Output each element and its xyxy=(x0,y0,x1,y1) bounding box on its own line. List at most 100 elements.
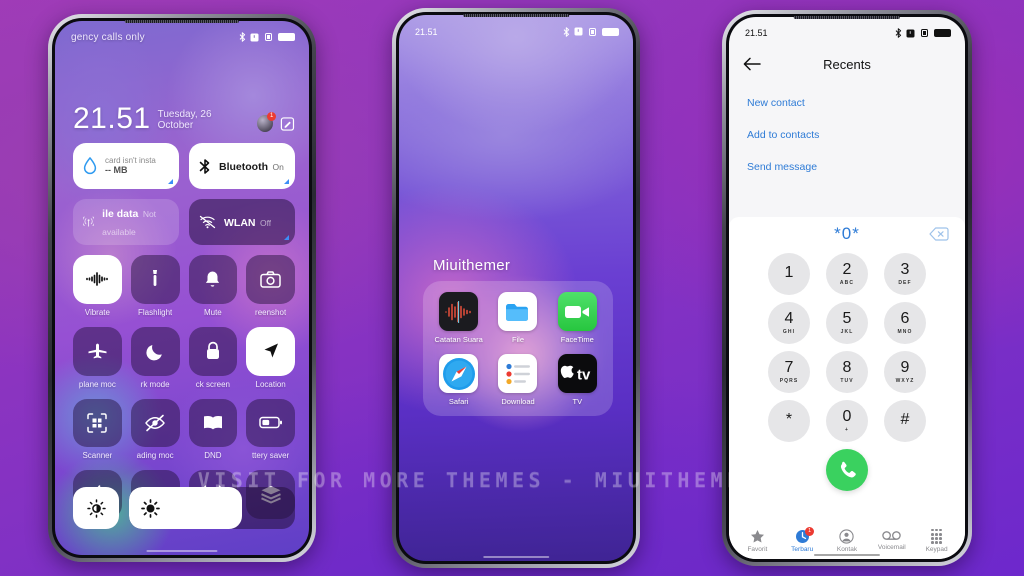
qs-expand-corner[interactable] xyxy=(168,179,173,184)
qs-tile-button[interactable] xyxy=(73,398,122,448)
key-number: 2 xyxy=(842,261,852,279)
right-status-bar: 21.51 xyxy=(729,17,965,43)
app-catatan-suara[interactable]: Catatan Suara xyxy=(431,292,486,344)
action-send-message[interactable]: Send message xyxy=(729,151,965,183)
water-drop-icon xyxy=(83,157,97,175)
key-number: 7 xyxy=(784,359,794,377)
qs-cell-airplane-mode[interactable]: plane moc xyxy=(73,326,122,389)
tab-favorit[interactable]: Favorit xyxy=(735,529,780,553)
notification-avatar[interactable]: 1 xyxy=(257,111,277,132)
tab-voicemail[interactable]: Voicemail xyxy=(869,529,914,553)
qs-tile-button[interactable] xyxy=(246,255,295,304)
vibrate-icon xyxy=(86,272,109,287)
qs-data-title: ile data xyxy=(102,207,139,220)
qs-tile-button[interactable] xyxy=(130,326,180,376)
app-tv[interactable]: tv TV xyxy=(550,354,605,406)
key-5[interactable]: 5 JKL xyxy=(826,302,868,344)
key-6[interactable]: 6 MNO xyxy=(884,302,926,344)
qs-cell-lock-screen[interactable]: ck screen xyxy=(188,326,238,389)
vibrate-icon xyxy=(921,29,928,37)
qs-cell-dnd[interactable]: DND xyxy=(188,398,238,461)
action-new-contact[interactable]: New contact xyxy=(729,87,965,119)
tab-label: Voicemail xyxy=(877,543,906,551)
backspace-icon[interactable] xyxy=(929,227,949,241)
key-8[interactable]: 8 TUV xyxy=(826,351,868,393)
earpiece-speaker xyxy=(793,16,901,19)
qs-label: rk mode xyxy=(140,379,170,389)
key-9[interactable]: 9 WXYZ xyxy=(884,351,926,393)
qs-tile-button[interactable] xyxy=(246,398,295,448)
bell-icon xyxy=(206,271,220,287)
qs-label: Flashlight xyxy=(138,307,173,317)
call-button[interactable] xyxy=(826,449,868,491)
auto-brightness-button[interactable] xyxy=(73,487,119,529)
edit-icon[interactable] xyxy=(280,116,295,132)
key-letters: PQRS xyxy=(779,377,799,384)
qs-big-row-1: card isn't insta -- MB Bluetooth On xyxy=(73,143,295,189)
tab-terbaru[interactable]: 1 Terbaru xyxy=(780,526,825,553)
brightness-icon xyxy=(141,498,160,518)
bluetooth-icon xyxy=(239,32,246,42)
qs-tile-button[interactable] xyxy=(188,326,238,376)
tab-label: Terbaru xyxy=(791,545,814,553)
brightness-slider[interactable] xyxy=(129,487,295,529)
key-3[interactable]: 3 DEF xyxy=(884,253,926,295)
tab-keypad[interactable]: Keypad xyxy=(914,528,959,553)
qs-cell-dark-mode[interactable]: rk mode xyxy=(130,326,180,389)
app-safari[interactable]: Safari xyxy=(431,354,486,406)
key-1[interactable]: 1 xyxy=(768,253,810,295)
qs-cell-reading-mode[interactable]: ading moc xyxy=(130,398,180,460)
earpiece-speaker xyxy=(463,14,569,17)
earpiece-speaker xyxy=(124,20,240,23)
qs-tile-button[interactable] xyxy=(188,255,238,304)
qs-tile-wlan[interactable]: WLAN Off xyxy=(189,199,295,245)
tab-kontak[interactable]: Kontak xyxy=(825,529,870,553)
key-hash[interactable]: # xyxy=(884,400,926,442)
alarm-icon xyxy=(574,27,583,36)
app-facetime[interactable]: FaceTime xyxy=(550,292,605,344)
status-icons xyxy=(895,28,951,38)
qs-cell-scanner[interactable]: Scanner xyxy=(73,398,122,460)
key-letters: DEF xyxy=(898,279,912,286)
flashlight-icon xyxy=(153,270,158,287)
qs-tile-button[interactable] xyxy=(130,255,180,304)
qs-cell-battery-saver[interactable]: ttery saver xyxy=(246,398,295,460)
qs-label: DND xyxy=(204,451,222,461)
qs-cell-vibrate[interactable]: Vibrate xyxy=(73,255,122,317)
key-number: # xyxy=(900,411,910,429)
key-letters: ABC xyxy=(839,279,855,286)
qs-tile-sim[interactable]: card isn't insta -- MB xyxy=(73,143,179,189)
qs-tile-button[interactable] xyxy=(73,255,122,304)
qs-label: Vibrate xyxy=(84,307,110,317)
action-add-to-contacts[interactable]: Add to contacts xyxy=(729,119,965,151)
qs-expand-corner[interactable] xyxy=(284,179,289,184)
contact-actions-list: New contact Add to contacts Send message xyxy=(729,87,965,183)
qs-expand-corner[interactable] xyxy=(284,235,289,240)
qs-tile-button[interactable] xyxy=(73,326,122,376)
qs-cell-mute[interactable]: Mute xyxy=(188,255,238,317)
qs-tile-bluetooth[interactable]: Bluetooth On xyxy=(189,143,295,189)
qs-wlan-sub: Off xyxy=(259,217,272,228)
key-7[interactable]: 7 PQRS xyxy=(768,351,810,393)
qs-tile-button[interactable] xyxy=(188,398,238,448)
center-status-bar: 21.51 xyxy=(399,15,633,41)
qs-cell-location[interactable]: Location xyxy=(246,326,295,389)
carrier-label: gency calls only xyxy=(71,31,145,43)
status-icons xyxy=(239,32,295,42)
tab-label: Keypad xyxy=(925,546,948,553)
qs-sim-title: card isn't insta xyxy=(105,156,156,166)
key-4[interactable]: 4 GHI xyxy=(768,302,810,344)
qs-cell-flashlight[interactable]: Flashlight xyxy=(130,255,180,317)
vibrate-icon xyxy=(589,27,596,36)
key-star[interactable]: * xyxy=(768,400,810,442)
key-2[interactable]: 2 ABC xyxy=(826,253,868,295)
qs-cell-screenshot[interactable]: reenshot xyxy=(246,255,295,317)
key-0[interactable]: 0 + xyxy=(826,400,868,442)
app-file[interactable]: File xyxy=(490,292,545,344)
qs-tile-mobile-data[interactable]: ile data Not available xyxy=(73,199,179,245)
files-icon xyxy=(498,292,538,331)
qs-tile-button[interactable] xyxy=(130,398,180,448)
qs-tile-button[interactable] xyxy=(246,326,295,376)
app-download[interactable]: Download xyxy=(490,354,545,406)
keypad-icon xyxy=(931,528,943,544)
